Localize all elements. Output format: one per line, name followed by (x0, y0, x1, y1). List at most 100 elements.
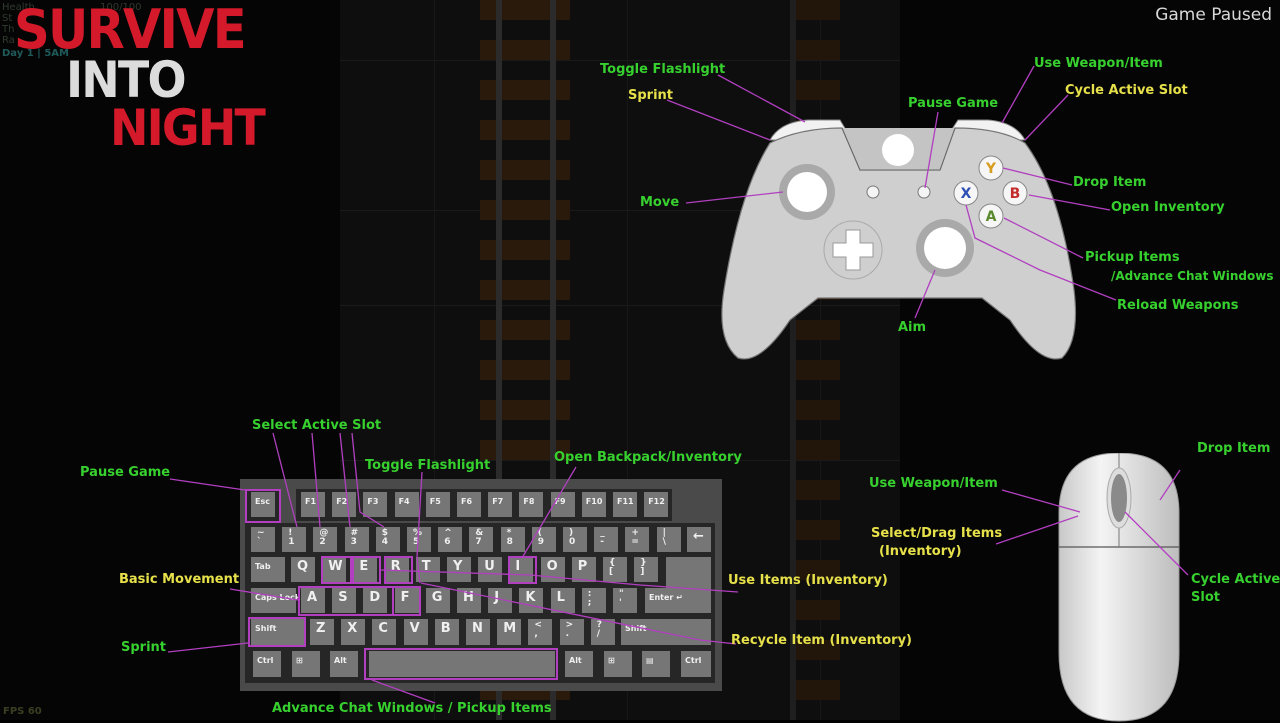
menu-button (917, 185, 931, 199)
key-ctrl-left: Ctrl (253, 651, 281, 677)
gamepad-label-toggle-flashlight: Toggle Flashlight (600, 62, 726, 77)
key-number-row: % 5 (407, 527, 431, 552)
keyboard-label-sprint: Sprint (121, 640, 167, 655)
key-bracket: { [ (603, 557, 627, 582)
mouse-label-cycle-slot-sub: Slot (1191, 590, 1220, 605)
key-highlight (364, 648, 558, 680)
key-c: C (372, 619, 397, 645)
mouse-label-select-drag-sub: (Inventory) (879, 544, 962, 559)
key-alt-left: Alt (330, 651, 358, 677)
xbox-guide-button (882, 134, 914, 166)
key-highlight (508, 556, 537, 584)
key-highlight (321, 556, 352, 584)
key-punct: ? / (590, 619, 615, 645)
keyboard-label-select-slot: Select Active Slot (252, 418, 382, 433)
key-number-row: _ - (594, 527, 619, 552)
key-punct: : ; (581, 588, 606, 613)
gamepad-label-sprint: Sprint (628, 88, 674, 103)
a-button-label: A (986, 209, 997, 225)
key-f9: F9 (550, 492, 575, 517)
gamepad-label-use-weapon: Use Weapon/Item (1034, 56, 1163, 71)
gamepad-label-reload: Reload Weapons (1117, 298, 1239, 313)
key-punct: > . (559, 619, 584, 645)
key-number-row: ^ 6 (438, 527, 463, 552)
key-number-row: & 7 (469, 527, 494, 552)
key-z: Z (310, 619, 334, 645)
key-y: Y (447, 557, 471, 582)
key-f5: F5 (425, 492, 450, 517)
view-button (866, 185, 880, 199)
key-menu: ▤ (642, 651, 670, 677)
key-f7: F7 (488, 492, 513, 517)
key-number-row: @ 2 (313, 527, 338, 552)
key-number-row: $ 4 (375, 527, 400, 552)
key-tab: Tab (251, 557, 285, 582)
key-bracket: } ] (634, 557, 659, 582)
key-number-row: ~ ` (251, 527, 275, 552)
key-f6: F6 (457, 492, 481, 517)
key-number-row: # 3 (344, 527, 369, 552)
keyboard-label-open-backpack: Open Backpack/Inventory (554, 450, 742, 465)
key-k: K (519, 588, 544, 613)
key-f12: F12 (644, 492, 669, 517)
key-f4: F4 (394, 492, 419, 517)
right-stick (924, 227, 966, 269)
key-highlight (298, 586, 394, 616)
key-f3: F3 (363, 492, 388, 517)
key-highlight (384, 556, 413, 584)
key-number-row: ) 0 (563, 527, 587, 552)
keyboard-label-recycle: Recycle Item (Inventory) (731, 633, 913, 648)
key-l: L (550, 588, 575, 613)
keyboard-label-use-items: Use Items (Inventory) (728, 573, 888, 588)
key-number-row: ! 1 (282, 527, 307, 552)
key-g: G (425, 588, 450, 613)
key-shift-right: Shift (621, 619, 711, 645)
key-ctrl-right: Ctrl (681, 651, 711, 677)
key-enter: Enter ↵ (645, 588, 711, 613)
gamepad-label-cycle-slot: Cycle Active Slot (1065, 83, 1188, 98)
key-f11: F11 (613, 492, 637, 517)
key-f2: F2 (332, 492, 357, 517)
key-caps-lock: Caps Lock (251, 588, 300, 613)
key-h: H (457, 588, 481, 613)
mouse-diagram (1058, 453, 1180, 722)
key-win-right: ⊞ (604, 651, 632, 677)
gamepad-label-drop-item: Drop Item (1073, 175, 1147, 190)
key-x: X (341, 619, 366, 645)
key-highlight (392, 586, 421, 616)
keyboard-label-basic-movement: Basic Movement (119, 572, 240, 587)
b-button-label: B (1010, 186, 1021, 202)
mouse-label-select-drag: Select/Drag Items (871, 526, 1003, 541)
key-f10: F10 (581, 492, 606, 517)
key-p: P (571, 557, 596, 582)
key-punct: " ' (613, 588, 637, 613)
mouse-label-drop-item: Drop Item (1197, 441, 1271, 456)
key-number-row: + = (625, 527, 650, 552)
key-win-left: ⊞ (292, 651, 320, 677)
key-f1: F1 (301, 492, 325, 517)
key-b: B (434, 619, 459, 645)
left-stick (787, 172, 827, 212)
key-backspace: ← (687, 527, 711, 552)
keyboard-label-pause-game: Pause Game (80, 465, 171, 480)
key-highlight (248, 617, 306, 647)
key-alt-right: Alt (565, 651, 593, 677)
mouse-scroll-wheel (1111, 474, 1127, 522)
key-t: T (415, 557, 440, 582)
gamepad-label-open-inventory: Open Inventory (1111, 200, 1225, 215)
key-number-row: * 8 (500, 527, 525, 552)
key-m: M (497, 619, 522, 645)
key-q: Q (291, 557, 315, 582)
mouse-label-use-weapon: Use Weapon/Item (869, 476, 998, 491)
gamepad-label-advance-chat: /Advance Chat Windows (1111, 269, 1274, 283)
gamepad-label-aim: Aim (898, 320, 927, 335)
x-button-label: X (961, 186, 972, 202)
gamepad-label-move: Move (640, 195, 680, 210)
key-highlight (352, 556, 381, 584)
key-number-row: | \ (656, 527, 681, 552)
gamepad-label-pickup-items: Pickup Items (1085, 250, 1180, 265)
gamepad-label-pause-game: Pause Game (908, 96, 999, 111)
key-f8: F8 (519, 492, 544, 517)
y-button-label: Y (985, 161, 997, 177)
key-highlight (245, 489, 281, 523)
